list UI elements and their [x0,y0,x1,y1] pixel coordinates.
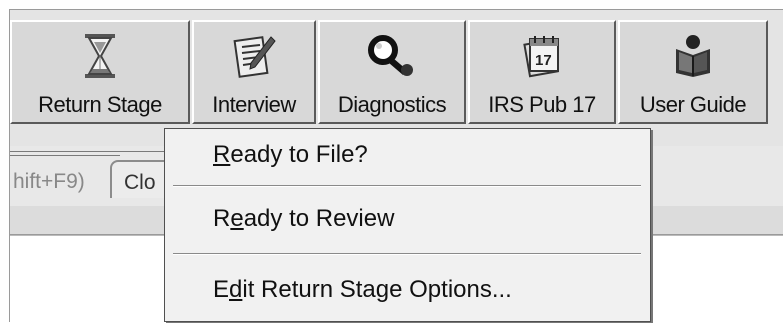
tab-shortcut[interactable]: hift+F9) [13,170,85,194]
menu-item-mnemonic: d [229,276,243,303]
irs-pub-17-button[interactable]: 17 IRS Pub 17 [468,20,616,124]
interview-button[interactable]: Interview [192,20,316,124]
return-stage-button[interactable]: Return Stage [10,20,190,124]
return-stage-menu: Ready to File? Ready to Review Edit Retu… [164,128,651,322]
reading-person-icon [620,30,766,82]
magnifier-icon [320,30,464,82]
menu-item-mnemonic: R [213,141,231,168]
menu-item-mnemonic: e [230,205,244,232]
menu-item-suffix: eady to File? [230,141,368,168]
menu-item-ready-to-file[interactable]: Ready to File? [213,141,368,169]
tab-divider [10,155,120,156]
tab-divider [10,151,170,152]
diagnostics-label: Diagnostics [337,92,447,117]
menu-separator [173,185,641,187]
toolbar: Return Stage Interview Diagnostics 17 IR… [10,20,783,126]
tab-close[interactable]: Clo [110,160,170,198]
menu-separator [173,253,641,255]
menu-item-suffix: ady to Review [243,205,395,232]
svg-text:17: 17 [535,52,552,69]
diagnostics-button[interactable]: Diagnostics [318,20,466,124]
menu-item-prefix: E [213,276,230,303]
user-guide-button[interactable]: User Guide [618,20,768,124]
notepad-pencil-icon [194,30,314,82]
irs-pub-17-label: IRS Pub 17 [488,92,596,117]
hourglass-icon [12,30,188,82]
menu-item-edit-return-stage-options[interactable]: Edit Return Stage Options... [213,276,512,304]
menu-item-prefix: R [213,205,231,232]
interview-label: Interview [212,92,296,117]
calendar-17-icon: 17 [470,30,614,82]
return-stage-label: Return Stage [38,92,162,117]
menu-item-ready-to-review[interactable]: Ready to Review [213,205,394,233]
user-guide-label: User Guide [639,92,747,117]
menu-item-suffix: it Return Stage Options... [242,276,512,303]
